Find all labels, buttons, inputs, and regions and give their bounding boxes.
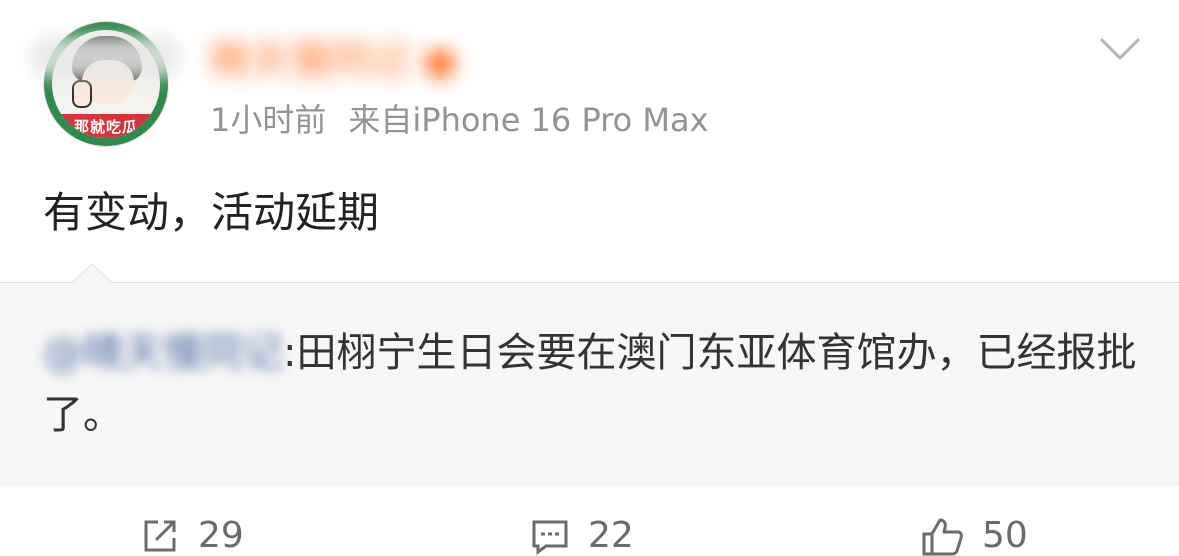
comment-count: 22 (588, 515, 634, 556)
post-source: 来自iPhone 16 Pro Max (348, 101, 709, 139)
blur-mask (30, 36, 180, 78)
author-name[interactable]: 睛天慢同记 ● (210, 38, 458, 84)
repost-count: 29 (198, 515, 244, 556)
post-time: 1小时前 (210, 101, 327, 139)
weibo-post-card: 那就吃瓜 睛天慢同记 ● 1小时前 来自iPhone 16 Pro Max 有变动… (0, 0, 1179, 556)
post-meta: 1小时前 来自iPhone 16 Pro Max (210, 98, 709, 142)
like-button[interactable]: 50 (920, 516, 1028, 556)
repost-button[interactable]: 29 (140, 516, 244, 556)
repost-icon (144, 520, 176, 552)
thumbs-up-icon (922, 518, 963, 556)
action-bar: 29 22 50 (0, 486, 1179, 556)
comment-button[interactable]: 22 (530, 516, 634, 556)
avatar-hand (72, 80, 92, 108)
avatar-banner-text: 那就吃瓜 (52, 114, 160, 138)
chevron-down-icon[interactable] (1100, 36, 1140, 62)
repost-text: @晴天慢同记:田栩宁生日会要在澳门东亚体育馆办，已经报批了。 (43, 322, 1143, 446)
post-text: 有变动，活动延期 (43, 188, 380, 237)
like-count: 50 (982, 515, 1028, 556)
comment-icon (532, 520, 568, 555)
repost-pointer (72, 264, 112, 284)
original-author-link[interactable]: @晴天慢同记 (43, 330, 283, 376)
